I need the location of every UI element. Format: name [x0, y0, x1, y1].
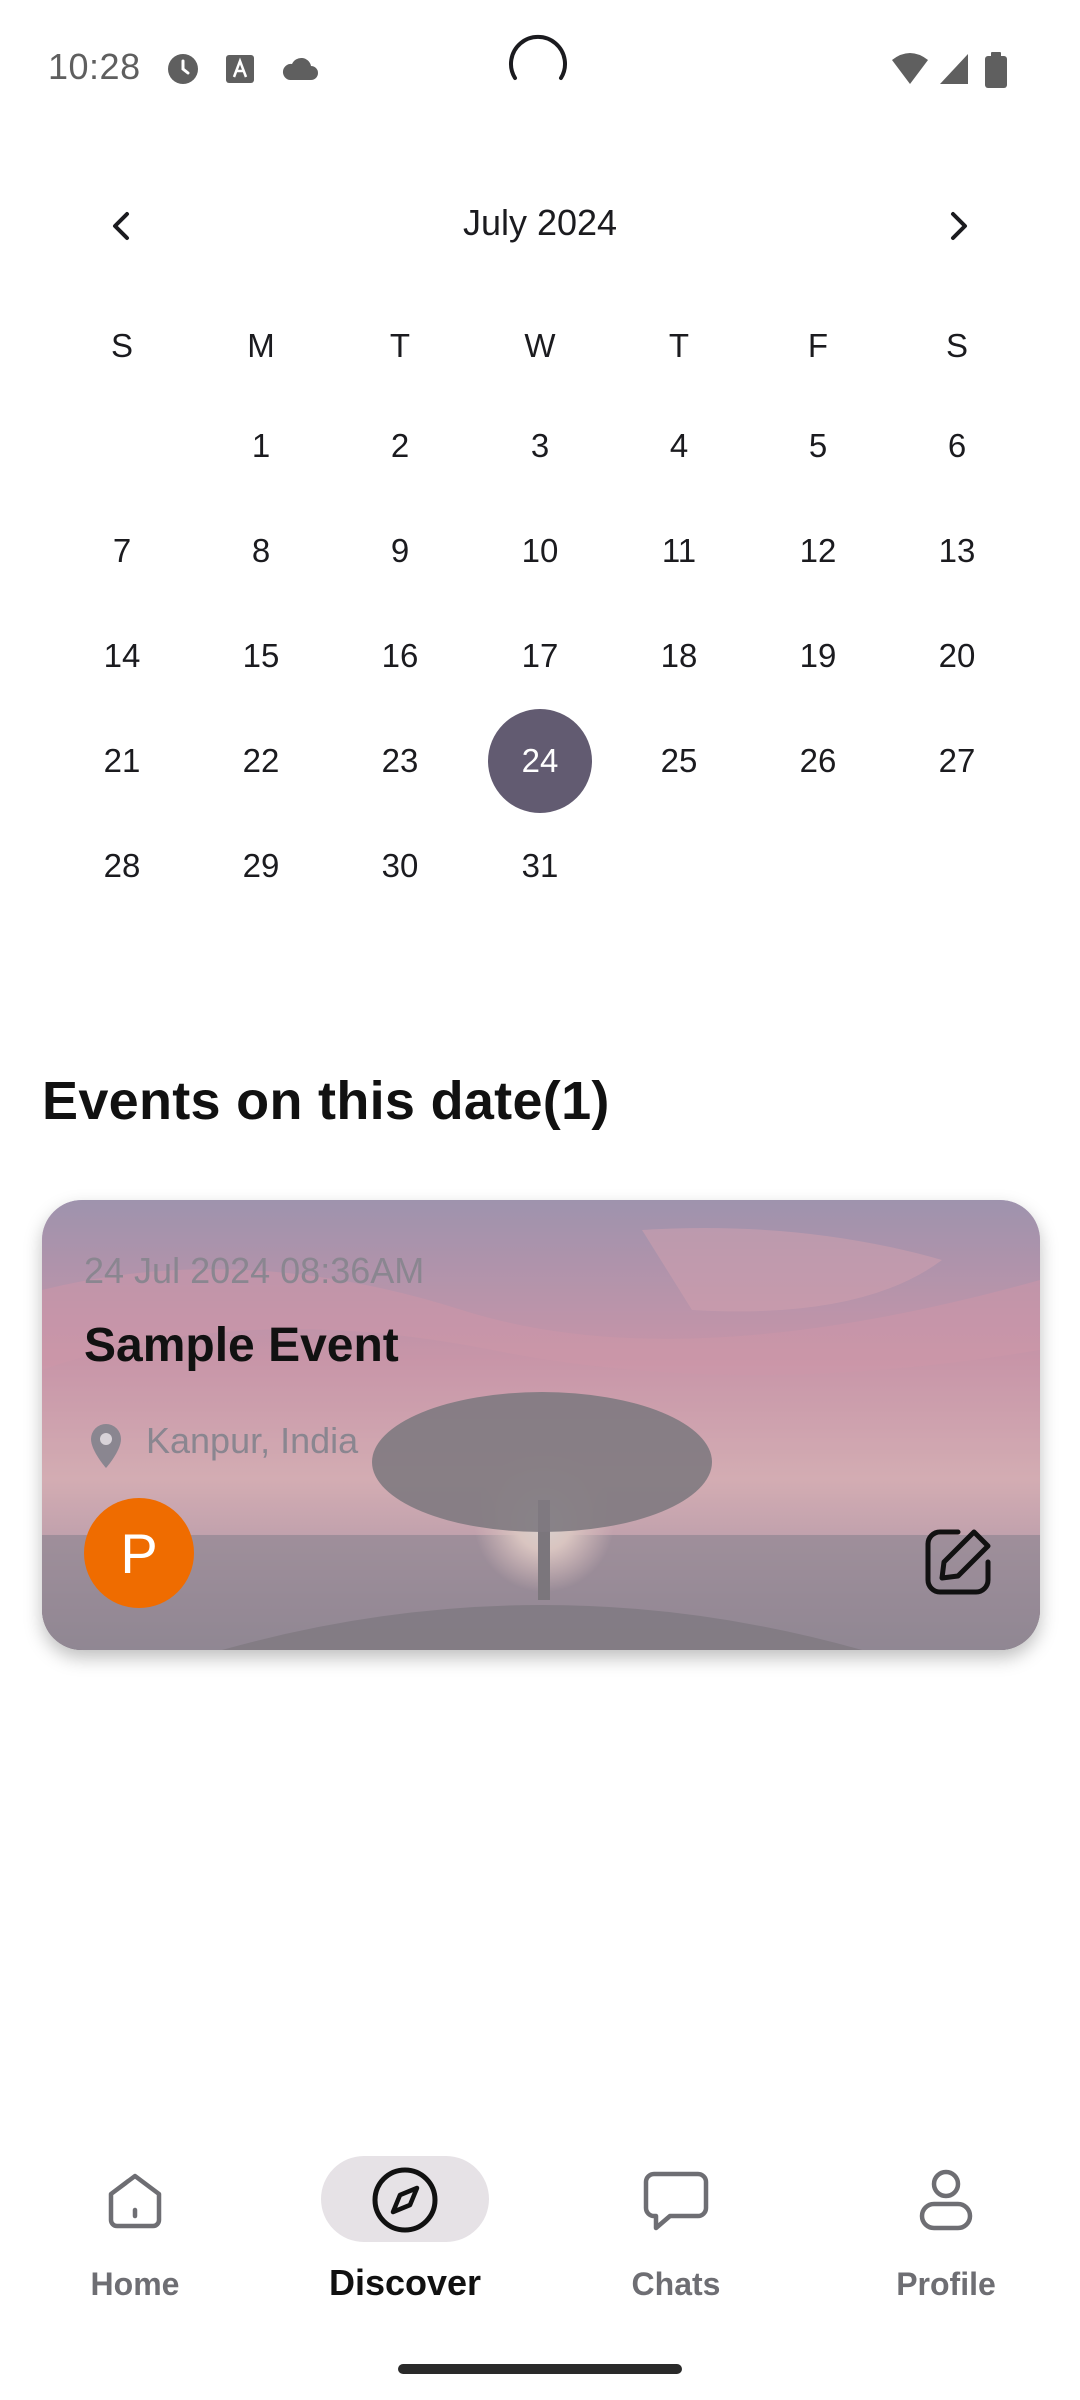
calendar-day[interactable]: 13 [905, 499, 1009, 603]
calendar-day[interactable]: 30 [348, 814, 452, 918]
chevron-right-icon [951, 212, 967, 240]
calendar-day-selected[interactable]: 24 [488, 709, 592, 813]
nav-item-chats[interactable]: Chats [566, 2130, 786, 2330]
calendar-day[interactable]: 20 [905, 604, 1009, 708]
calendar-day[interactable]: 27 [905, 709, 1009, 813]
weekday-label: M [247, 327, 275, 364]
weekday-label: S [110, 327, 133, 364]
calendar-day[interactable]: 5 [766, 394, 870, 498]
calendar-day[interactable]: 4 [627, 394, 731, 498]
calendar-day[interactable]: 22 [209, 709, 313, 813]
next-month-button[interactable] [922, 190, 994, 262]
calendar-week-row: 7 8 9 10 11 12 13 [0, 499, 1080, 599]
calendar-day[interactable]: 8 [209, 499, 313, 603]
camera-cutout-icon [509, 34, 567, 80]
calendar-day[interactable]: 28 [70, 814, 174, 918]
calendar-day[interactable]: 2 [348, 394, 452, 498]
location-pin-icon [91, 1424, 121, 1468]
calendar-day[interactable]: 19 [766, 604, 870, 708]
calendar-day[interactable]: 1 [209, 394, 313, 498]
clock-icon [168, 54, 198, 84]
calendar-day[interactable]: 6 [905, 394, 1009, 498]
nav-label-chats: Chats [631, 2266, 721, 2302]
weekday-label: W [524, 327, 556, 364]
status-time: 10:28 [48, 46, 141, 87]
status-bar: 10:28 [0, 0, 1080, 140]
nav-item-profile[interactable]: Profile [836, 2130, 1056, 2330]
calendar-week-row: 21 22 23 24 25 26 27 [0, 709, 1080, 813]
events-section-title: Events on this date(1) [42, 1071, 610, 1131]
calendar-week-row: 1 2 3 4 5 6 [0, 394, 1080, 494]
calendar-day[interactable]: 25 [627, 709, 731, 813]
calendar-day[interactable]: 3 [488, 394, 592, 498]
event-card[interactable]: 24 Jul 2024 08:36AM Sample Event Kanpur,… [42, 1200, 1040, 1650]
calendar-day[interactable]: 9 [348, 499, 452, 603]
calendar-day[interactable]: 10 [488, 499, 592, 603]
calendar-day[interactable]: 26 [766, 709, 870, 813]
calendar-day[interactable]: 29 [209, 814, 313, 918]
month-title: July 2024 [462, 202, 618, 243]
weekday-header-row: S M T W T F S [0, 294, 1080, 394]
edit-icon[interactable] [918, 1522, 998, 1602]
person-icon [919, 2169, 973, 2231]
nav-label-home: Home [90, 2266, 180, 2302]
weekday-label: T [389, 327, 411, 364]
calendar-day[interactable]: 31 [488, 814, 592, 918]
weekday-label: F [807, 327, 829, 364]
battery-icon [985, 52, 1007, 88]
calendar-week-row: 28 29 30 31 [0, 814, 1080, 914]
calendar-day[interactable]: 15 [209, 604, 313, 708]
cloud-icon [282, 57, 318, 80]
calendar-day[interactable]: 14 [70, 604, 174, 708]
nav-label-profile: Profile [896, 2266, 996, 2302]
chat-bubble-icon [643, 2171, 709, 2231]
weekday-label: S [945, 327, 968, 364]
bottom-navigation: Home Discover Chats Profile [0, 2130, 1080, 2350]
nav-label-discover: Discover [328, 2262, 482, 2303]
calendar-day[interactable]: 23 [348, 709, 452, 813]
signal-icon [940, 54, 968, 84]
event-name: Sample Event [84, 1319, 399, 1372]
nav-item-discover[interactable]: Discover [295, 2130, 515, 2330]
calendar-header: July 2024 [0, 190, 1080, 262]
calendar-day[interactable]: 11 [627, 499, 731, 603]
calendar-day[interactable]: 18 [627, 604, 731, 708]
calendar-day[interactable]: 7 [70, 499, 174, 603]
calendar-day[interactable]: 16 [348, 604, 452, 708]
nav-item-home[interactable]: Home [25, 2130, 245, 2330]
event-datetime: 24 Jul 2024 08:36AM [84, 1250, 425, 1291]
calendar-day[interactable]: 12 [766, 499, 870, 603]
calendar-day[interactable]: 17 [488, 604, 592, 708]
home-icon [108, 2173, 162, 2229]
calendar-week-row: 14 15 16 17 18 19 20 [0, 604, 1080, 704]
gesture-home-indicator[interactable] [398, 2364, 682, 2374]
text-a-icon [226, 55, 254, 83]
calendar-day[interactable]: 21 [70, 709, 174, 813]
compass-icon [372, 2167, 438, 2233]
organizer-avatar[interactable]: P [84, 1498, 194, 1608]
weekday-label: T [668, 327, 690, 364]
event-location: Kanpur, India [146, 1420, 359, 1461]
wifi-icon [892, 53, 928, 84]
